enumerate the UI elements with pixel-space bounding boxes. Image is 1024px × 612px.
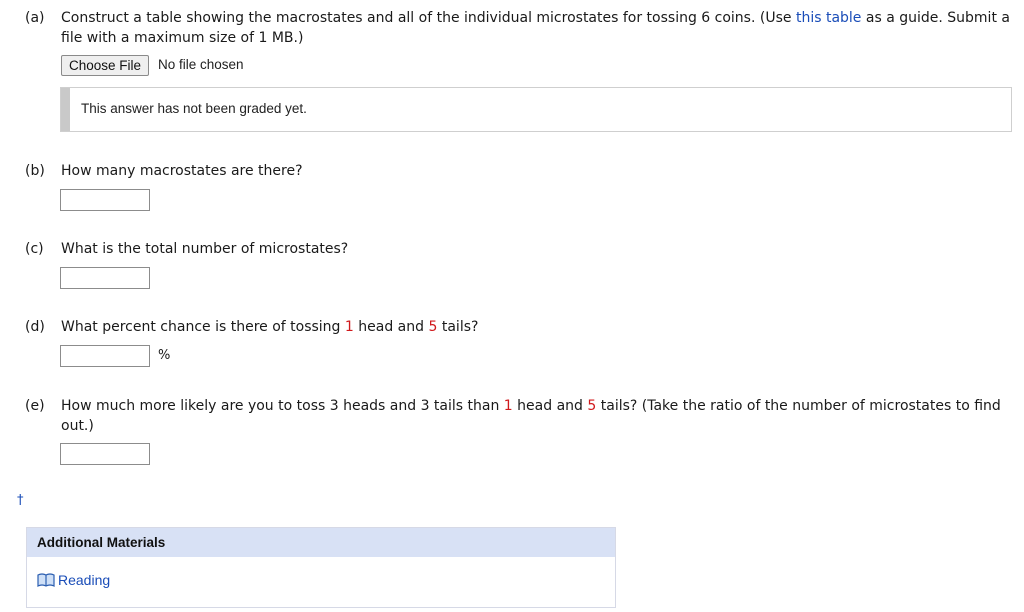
- part-c-label: (c): [25, 241, 44, 257]
- percent-unit: %: [158, 348, 171, 363]
- additional-materials-panel: Additional Materials Reading: [26, 527, 616, 608]
- part-d-text-3: tails?: [437, 319, 479, 335]
- macrostates-answer-input[interactable]: [60, 189, 150, 211]
- graded-notice: This answer has not been graded yet.: [60, 87, 1012, 132]
- book-icon: [37, 573, 55, 587]
- this-table-link[interactable]: this table: [796, 10, 861, 26]
- heads-count: 1: [503, 398, 513, 414]
- no-file-status: No file chosen: [158, 57, 244, 72]
- part-d-label: (d): [25, 319, 45, 335]
- graded-notice-bar: [61, 88, 70, 131]
- part-a-text-1: Construct a table showing the macrostate…: [61, 10, 796, 26]
- percent-answer-input[interactable]: [60, 345, 150, 367]
- part-d-text-1: What percent chance is there of tossing: [61, 319, 345, 335]
- footnote-dagger[interactable]: †: [17, 493, 24, 508]
- tails-count: 5: [587, 398, 597, 414]
- part-b-question: How many macrostates are there?: [61, 163, 303, 179]
- choose-file-button[interactable]: Choose File: [61, 55, 150, 76]
- part-a-label: (a): [25, 10, 45, 26]
- part-d-text-2: head and: [353, 319, 429, 335]
- part-e-text-2: head and: [512, 398, 588, 414]
- microstates-answer-input[interactable]: [60, 267, 150, 289]
- additional-materials-title: Additional Materials: [27, 528, 615, 557]
- part-e-label: (e): [25, 398, 45, 414]
- part-b-label: (b): [25, 163, 45, 179]
- part-c-question: What is the total number of microstates?: [61, 241, 349, 257]
- reading-label: Reading: [58, 572, 111, 588]
- part-a-question: Construct a table showing the macrostate…: [61, 8, 1021, 48]
- part-e-text-1: How much more likely are you to toss 3 h…: [61, 398, 504, 414]
- part-d-question: What percent chance is there of tossing …: [61, 317, 1021, 337]
- reading-link[interactable]: Reading: [37, 572, 110, 588]
- part-e-question: How much more likely are you to toss 3 h…: [61, 396, 1021, 436]
- ratio-answer-input[interactable]: [60, 443, 150, 465]
- graded-notice-text: This answer has not been graded yet.: [81, 101, 307, 116]
- heads-count: 1: [344, 319, 354, 335]
